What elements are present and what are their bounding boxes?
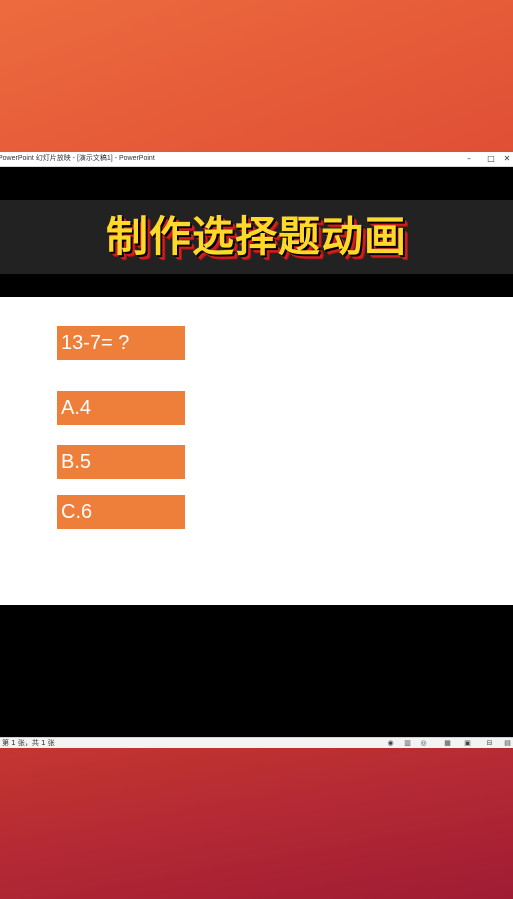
slide-grid-icon[interactable]: ▦ (443, 739, 452, 747)
background-bottom (0, 748, 513, 899)
close-button[interactable]: ✕ (500, 153, 513, 165)
option-b[interactable]: B.5 (57, 445, 185, 479)
option-a[interactable]: A.4 (57, 391, 185, 425)
minimize-button[interactable]: – (462, 153, 476, 165)
background-top (0, 0, 513, 152)
slide-canvas: 13-7= ? A.4 B.5 C.6 (0, 297, 513, 605)
banner-title: 制作选择题动画 (105, 212, 407, 261)
previous-icon[interactable]: ◉ (386, 739, 395, 747)
option-c[interactable]: C.6 (57, 495, 185, 529)
more-icon[interactable]: ⊟ (485, 739, 494, 747)
title-banner: 制作选择题动画 (0, 200, 513, 274)
zoom-icon[interactable]: ▣ (463, 739, 472, 747)
question-box[interactable]: 13-7= ? (57, 326, 185, 360)
window-title: PowerPoint 幻灯片放映 - [演示文稿1] - PowerPoint (0, 155, 155, 162)
reading-view-icon[interactable]: ▤ (503, 739, 512, 747)
powerpoint-slideshow-window: PowerPoint 幻灯片放映 - [演示文稿1] - PowerPoint … (0, 152, 513, 749)
menu-icon[interactable]: ▥ (403, 739, 412, 747)
title-bar: PowerPoint 幻灯片放映 - [演示文稿1] - PowerPoint … (0, 152, 513, 167)
maximize-button[interactable]: □ (484, 153, 498, 165)
pen-icon[interactable]: ◎ (419, 739, 428, 747)
